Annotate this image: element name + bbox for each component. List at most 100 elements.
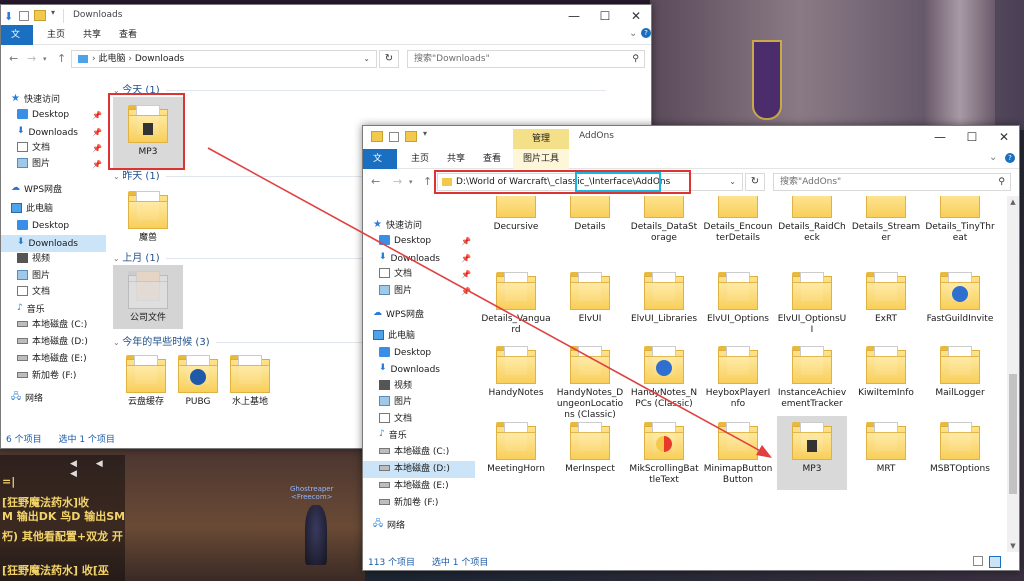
address-dropdown-icon[interactable]: ⌄ — [729, 174, 736, 190]
sidebar-item[interactable]: 🖧 网络 — [1, 390, 106, 407]
folder-item[interactable]: Details_DataStorage — [629, 196, 699, 260]
tab-file[interactable]: 文件 — [363, 149, 397, 184]
tab-home[interactable]: 主页 — [401, 149, 439, 169]
folder-item[interactable]: InstanceAchievementTracker — [777, 340, 847, 414]
folder-item[interactable]: Details_EncounterDetails — [703, 196, 773, 260]
folder-item[interactable]: HandyNotes_DungeonLocations (Classic) — [555, 340, 625, 420]
pin-icon[interactable]: 📌 — [461, 283, 471, 300]
sidebar-item[interactable]: 图片 — [363, 394, 475, 411]
folder-item[interactable]: ElvUI — [555, 266, 625, 340]
sidebar-item[interactable]: 文档 📌 — [1, 140, 106, 157]
sidebar-item[interactable]: 本地磁盘 (E:) — [363, 478, 475, 495]
close-button[interactable]: ✕ — [989, 126, 1019, 149]
vertical-scrollbar[interactable]: ▲ ▼ — [1007, 196, 1019, 552]
sidebar-item[interactable]: 视频 — [363, 378, 475, 395]
forward-button[interactable]: → — [393, 175, 402, 188]
sidebar-item[interactable]: 图片 📌 — [1, 156, 106, 173]
sidebar-item[interactable]: Desktop — [1, 218, 106, 235]
pin-icon[interactable]: 📌 — [461, 233, 471, 250]
folder-item[interactable]: MinimapButtonButton — [703, 416, 773, 490]
tab-manage[interactable]: 管理 — [513, 129, 569, 149]
folder-icon[interactable] — [371, 131, 383, 142]
new-folder-icon[interactable] — [405, 131, 417, 142]
folder-item[interactable]: Decursive — [481, 196, 551, 260]
details-view-icon[interactable] — [973, 556, 983, 566]
qat-dropdown-icon[interactable]: ▾ — [51, 8, 55, 17]
sidebar-item[interactable]: 视频 — [1, 251, 106, 268]
address-dropdown-icon[interactable]: ⌄ — [363, 51, 370, 67]
sidebar-item[interactable]: 本地磁盘 (E:) — [1, 351, 106, 368]
sidebar-item[interactable]: 本地磁盘 (D:) — [363, 461, 475, 478]
folder-item[interactable]: ElvUI_OptionsUI — [777, 266, 847, 340]
folder-item[interactable]: Details_Vanguard — [481, 266, 551, 340]
sidebar-item[interactable]: ⬇ Downloads 📌 — [363, 250, 475, 267]
search-input[interactable]: 搜索"AddOns" ⚲ — [773, 173, 1011, 191]
folder-item[interactable]: ElvUI_Options — [703, 266, 773, 340]
tab-home[interactable]: 主页 — [37, 25, 75, 45]
sidebar-item[interactable]: 本地磁盘 (C:) — [1, 317, 106, 334]
folder-item[interactable]: MerInspect — [555, 416, 625, 490]
help-icon[interactable]: ? — [641, 28, 651, 38]
sidebar-item[interactable]: ♪ 音乐 — [1, 301, 106, 318]
folder-item[interactable]: 水上基地 — [215, 353, 285, 411]
pin-icon[interactable]: 📌 — [92, 140, 102, 157]
sidebar-item[interactable]: ⬇ Downloads — [363, 361, 475, 378]
sidebar-item[interactable]: 图片 📌 — [363, 283, 475, 300]
folder-item[interactable]: HandyNotes — [481, 340, 551, 414]
sidebar-item[interactable]: ⬇ Downloads — [1, 235, 106, 252]
maximize-button[interactable]: ☐ — [957, 126, 987, 149]
folder-item[interactable]: FastGuildInvite — [925, 266, 995, 340]
pin-icon[interactable]: 📌 — [461, 266, 471, 283]
recent-dropdown[interactable]: ▾ — [43, 55, 47, 63]
back-button[interactable]: ← — [371, 175, 380, 188]
folder-item[interactable]: Details_Streamer — [851, 196, 921, 260]
large-icons-view-icon[interactable] — [989, 556, 1001, 568]
address-box[interactable]: › 此电脑 › Downloads ⌄ — [71, 50, 377, 68]
sidebar-item[interactable]: 本地磁盘 (D:) — [1, 334, 106, 351]
sidebar-item[interactable]: 文档 — [1, 284, 106, 301]
expand-ribbon-icon[interactable]: ⌄ — [629, 28, 637, 39]
sidebar-item[interactable]: Desktop 📌 — [1, 107, 106, 124]
tab-picture-tools[interactable]: 图片工具 — [513, 149, 570, 169]
sidebar-item[interactable]: ★ 快速访问 — [1, 91, 106, 108]
search-input[interactable]: 搜索"Downloads" ⚲ — [407, 50, 645, 68]
chat-icons[interactable]: ◀ ◀ ◀ — [70, 459, 125, 479]
sidebar-item[interactable]: ☁ WPS网盘 — [1, 181, 106, 198]
properties-icon[interactable] — [389, 132, 399, 142]
folder-item[interactable]: HandyNotes_NPCs (Classic) — [629, 340, 699, 414]
sidebar-item[interactable]: 新加卷 (F:) — [363, 495, 475, 512]
properties-icon[interactable] — [19, 11, 29, 21]
refresh-button[interactable]: ↻ — [379, 50, 399, 68]
folder-item[interactable]: Details_TinyThreat — [925, 196, 995, 260]
pin-icon[interactable]: 📌 — [92, 124, 102, 141]
folder-item[interactable]: MRT — [851, 416, 921, 490]
folder-item[interactable]: MP3 — [777, 416, 847, 490]
folder-item[interactable]: ElvUI_Libraries — [629, 266, 699, 340]
refresh-button[interactable]: ↻ — [745, 173, 765, 191]
folder-icon[interactable] — [34, 10, 46, 21]
scrollbar-thumb[interactable] — [1009, 374, 1017, 494]
back-button[interactable]: ← — [9, 52, 18, 65]
sidebar-item[interactable]: Desktop 📌 — [363, 233, 475, 250]
up-button[interactable]: ↑ — [423, 175, 432, 188]
breadcrumb-item[interactable]: Downloads — [135, 54, 184, 64]
sidebar-item[interactable]: 文档 📌 — [363, 266, 475, 283]
up-button[interactable]: ↑ — [57, 52, 66, 65]
qat-dropdown-icon[interactable]: ▾ — [423, 129, 427, 138]
sidebar-item[interactable]: 此电脑 — [1, 201, 106, 218]
sidebar-item[interactable]: ♪ 音乐 — [363, 427, 475, 444]
folder-item[interactable]: ExRT — [851, 266, 921, 340]
folder-item[interactable]: Details_RaidCheck — [777, 196, 847, 260]
tab-share[interactable]: 共享 — [73, 25, 111, 45]
folder-item[interactable]: MeetingHorn — [481, 416, 551, 490]
addons-titlebar[interactable]: ▾ 管理 AddOns — ☐ ✕ — [363, 126, 1019, 149]
help-icon[interactable]: ? — [1005, 153, 1015, 163]
sidebar-item[interactable]: 图片 — [1, 268, 106, 285]
folder-item[interactable]: HeyboxPlayerInfo — [703, 340, 773, 414]
tab-view[interactable]: 查看 — [109, 25, 147, 45]
folder-item[interactable]: 公司文件 — [113, 265, 183, 329]
forward-button[interactable]: → — [27, 52, 36, 65]
sidebar-item[interactable]: ★ 快速访问 — [363, 217, 475, 234]
folder-item[interactable]: MSBTOptions — [925, 416, 995, 490]
folder-item[interactable]: 魔兽 — [113, 185, 183, 245]
